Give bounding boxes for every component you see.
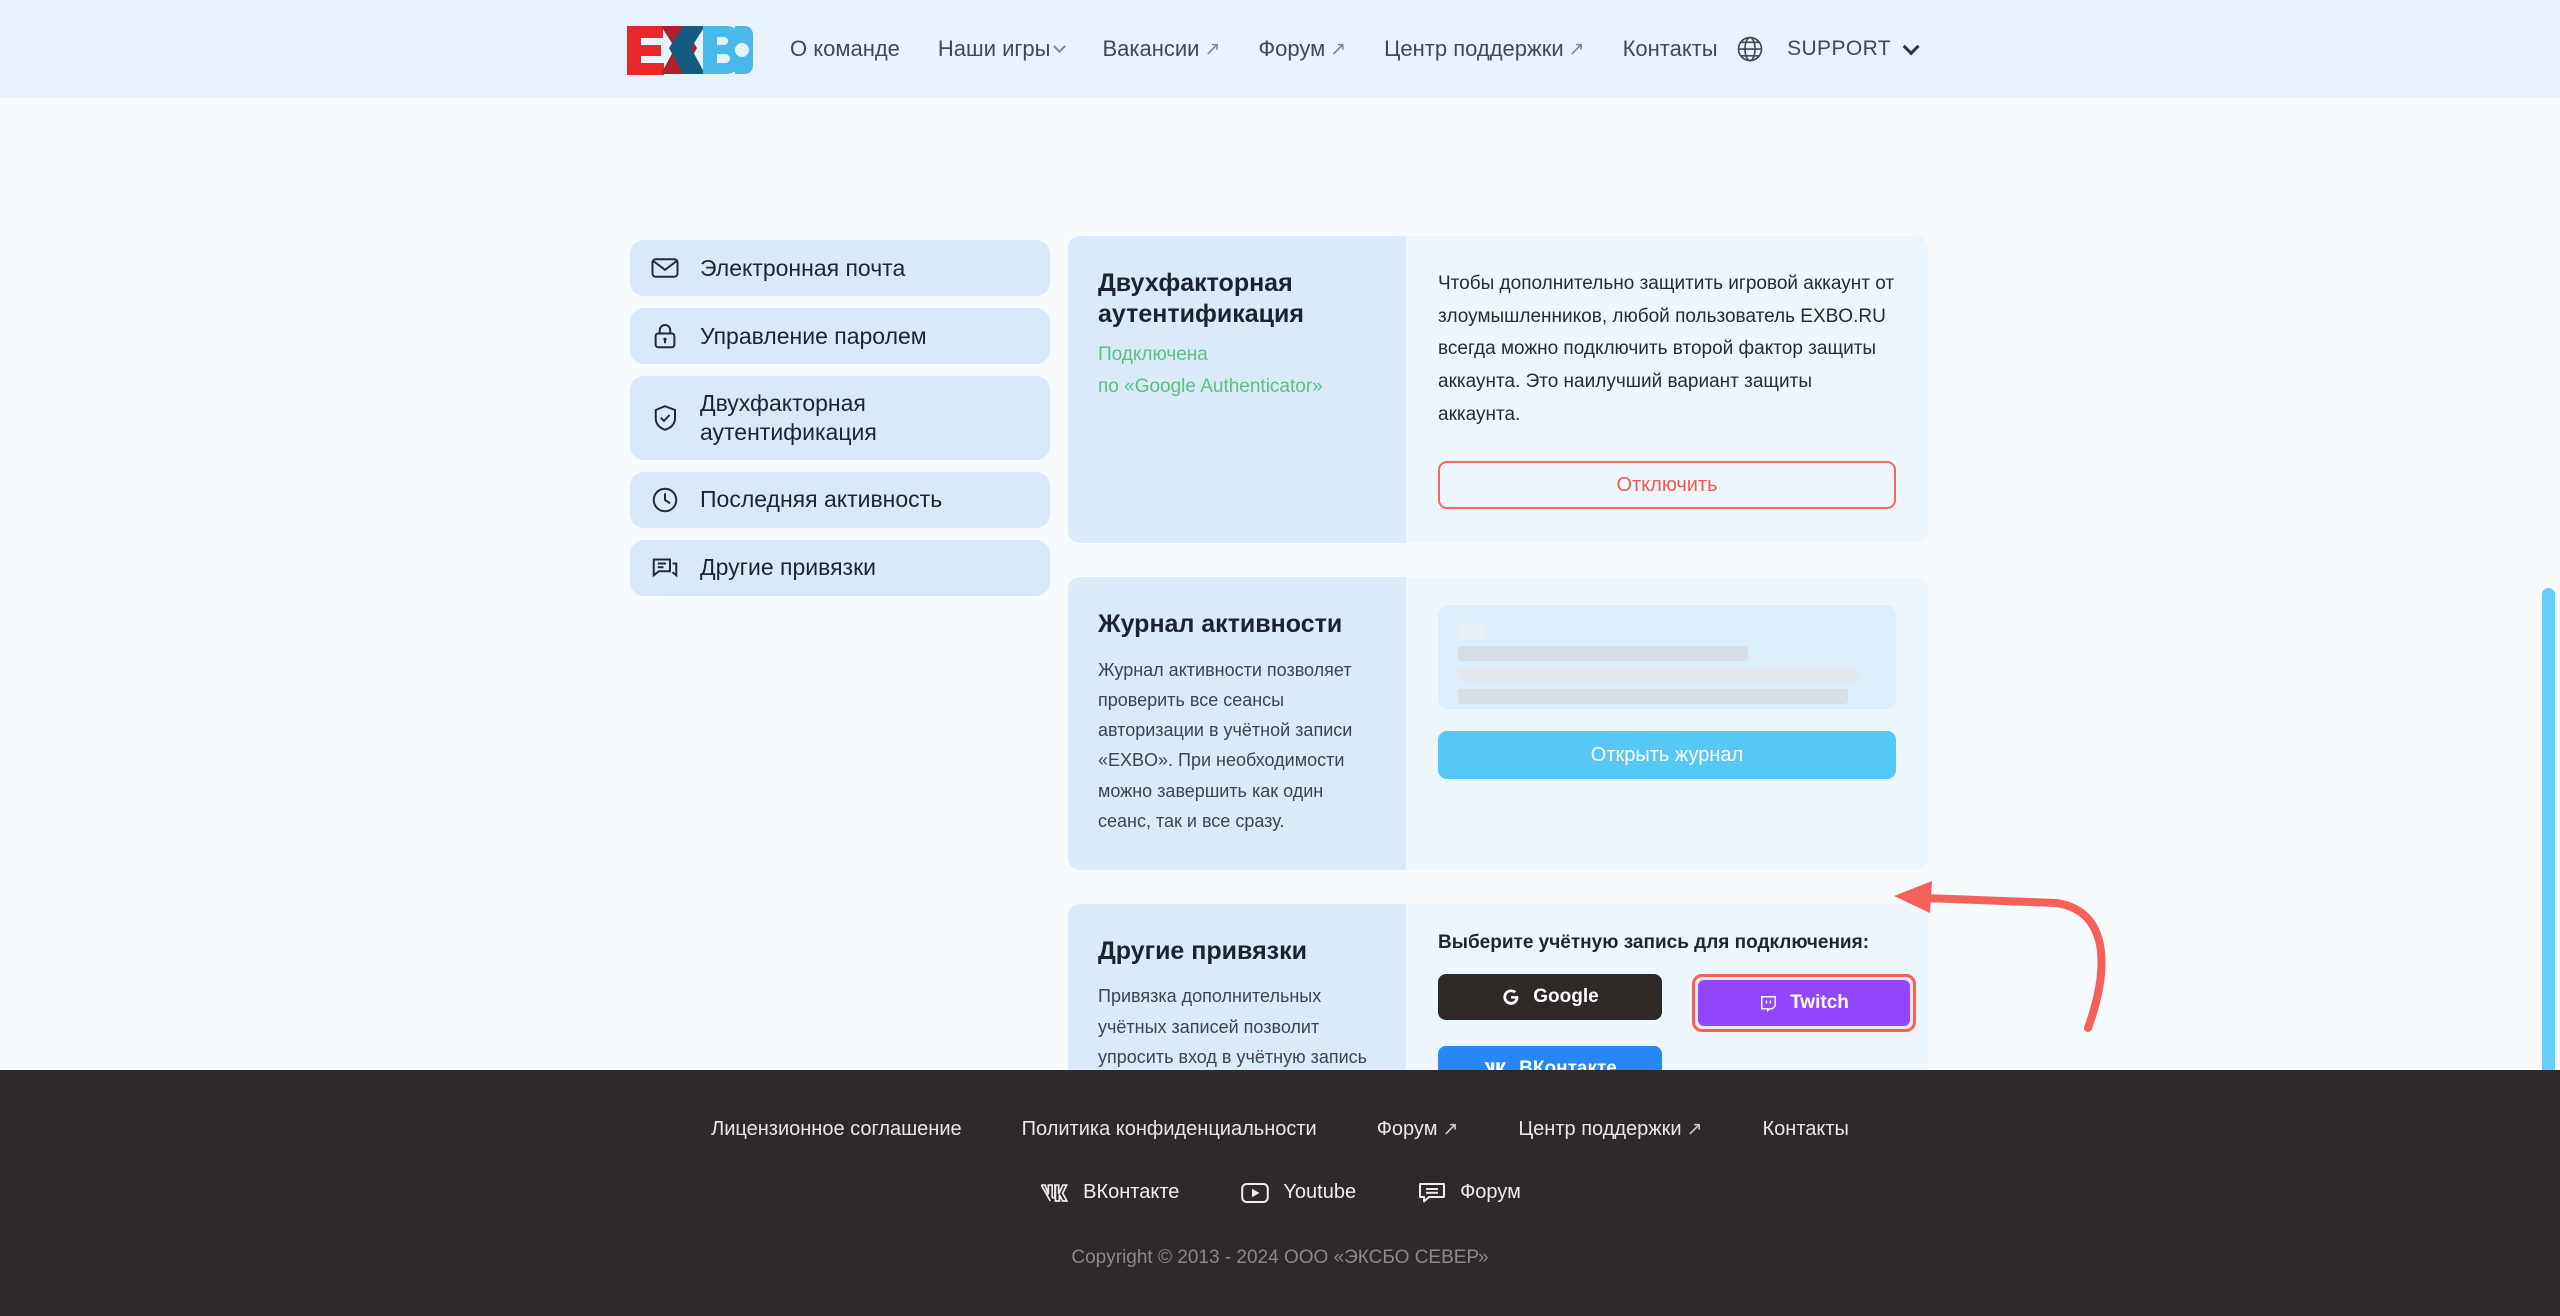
open-activity-log-button[interactable]: Открыть журнал (1438, 731, 1896, 780)
provider-label: Google (1533, 986, 1599, 1008)
nav-item-games[interactable]: Наши игры (937, 36, 1067, 62)
twitch-icon (1761, 995, 1777, 1012)
card-description: Журнал активности позволяет проверить вс… (1098, 659, 1353, 831)
page-root: О команде Наши игры Вакансии ↗ Форум ↗ Ц… (0, 0, 2560, 1316)
sidebar-item-last-activity[interactable]: Последняя активность (630, 471, 1050, 528)
main-content: Электронная почта Управление паролем Дву… (0, 98, 2560, 1288)
clock-icon (652, 487, 678, 512)
card-activity-log-left: Журнал активности Журнал активности позв… (1068, 577, 1406, 871)
footer-social-links: ВКонтакте Youtube Форум (0, 1181, 2560, 1204)
button-label: Открыть журнал (1590, 743, 1744, 766)
nav-label: О команде (790, 36, 900, 61)
exbo-logo[interactable] (625, 22, 753, 78)
card-title: Журнал активности (1098, 610, 1343, 639)
sidebar-item-two-factor[interactable]: Двухфакторная аутентификация (630, 376, 1050, 460)
chevron-down-icon (1053, 39, 1067, 53)
card-title: Другие привязки (1098, 937, 1307, 966)
external-link-icon: ↗ (1686, 1119, 1703, 1140)
footer-link-privacy[interactable]: Политика конфиденциальности (1022, 1118, 1317, 1141)
shield-check-icon (654, 404, 676, 431)
card-two-factor: Двухфакторная аутентификация Подключена … (1068, 236, 1928, 544)
header-right-group: SUPPORT (1735, 0, 1920, 98)
sidebar-item-label: Последняя активность (700, 486, 943, 513)
nav-label: Форум (1258, 36, 1326, 61)
footer-social-label: Форум (1460, 1181, 1521, 1203)
sidebar-item-label: Другие привязки (700, 554, 876, 581)
sidebar-item-label: Управление паролем (700, 322, 927, 349)
status-badge-line2: по «Google Authenticator» (1098, 375, 1323, 397)
disable-2fa-button[interactable]: Отключить (1438, 461, 1896, 510)
footer-link-label: Политика конфиденциальности (1021, 1118, 1317, 1140)
sidebar-item-other-links[interactable]: Другие привязки (630, 539, 1050, 596)
nav-item-about[interactable]: О команде (790, 36, 900, 62)
nav-label: Контакты (1622, 36, 1718, 61)
footer-social-forum[interactable]: Форум (1418, 1181, 1521, 1204)
exbo-logo-icon (627, 26, 753, 75)
card-two-factor-left: Двухфакторная аутентификация Подключена … (1068, 236, 1406, 544)
external-link-icon: ↗ (1568, 38, 1585, 60)
footer-link-contacts[interactable]: Контакты (1763, 1118, 1849, 1141)
footer-link-support-center[interactable]: Центр поддержки ↗ (1518, 1118, 1702, 1141)
provider-label: Twitch (1790, 992, 1849, 1014)
footer-social-label: ВКонтакте (1083, 1181, 1180, 1203)
nav-item-contacts[interactable]: Контакты (1623, 36, 1718, 62)
nav-label: Наши игры (937, 36, 1051, 61)
external-link-icon: ↗ (1442, 1119, 1459, 1140)
envelope-icon (651, 258, 679, 278)
external-link-icon: ↗ (1204, 38, 1221, 60)
redacted-session-preview (1438, 605, 1896, 710)
chevron-down-icon (1902, 38, 1920, 56)
site-header: О команде Наши игры Вакансии ↗ Форум ↗ Ц… (0, 0, 2560, 98)
google-icon (1503, 989, 1519, 1005)
sidebar-item-label: Электронная почта (700, 254, 906, 281)
lock-icon (654, 324, 676, 349)
card-two-factor-right: Чтобы дополнительно защитить игровой акк… (1406, 236, 1928, 544)
button-label: Отключить (1616, 473, 1718, 496)
vk-icon (1040, 1183, 1069, 1202)
footer-links: Лицензионное соглашение Политика конфиде… (0, 1070, 2560, 1141)
youtube-icon (1241, 1182, 1270, 1203)
nav-label: Вакансии (1102, 36, 1200, 61)
nav-item-forum[interactable]: Форум ↗ (1258, 36, 1346, 62)
support-label: SUPPORT (1787, 37, 1891, 60)
card-activity-log-right: Открыть журнал (1406, 577, 1928, 871)
status-badge-line1: Подключена (1098, 343, 1208, 365)
copyright-text: Copyright © 2013 - 2024 ООО «ЭКСБО СЕВЕР… (1071, 1247, 1489, 1268)
chat-icon (652, 558, 678, 577)
card-title: Двухфакторная аутентификация (1098, 269, 1304, 329)
main-nav: О команде Наши игры Вакансии ↗ Форум ↗ Ц… (790, 0, 1718, 98)
card-body-text: Чтобы дополнительно защитить игровой акк… (1438, 273, 1895, 425)
connect-google-button[interactable]: Google (1438, 974, 1662, 1021)
footer-link-label: Лицензионное соглашение (711, 1118, 962, 1140)
footer-link-label: Форум (1376, 1118, 1438, 1140)
footer-social-vk[interactable]: ВКонтакте (1039, 1181, 1179, 1204)
footer-link-label: Контакты (1762, 1118, 1849, 1140)
footer-social-youtube[interactable]: Youtube (1241, 1181, 1356, 1204)
footer-link-license[interactable]: Лицензионное соглашение (711, 1118, 962, 1141)
nav-label: Центр поддержки (1384, 36, 1564, 61)
site-footer: Лицензионное соглашение Политика конфиде… (0, 1070, 2560, 1316)
settings-sidebar: Электронная почта Управление паролем Дву… (630, 240, 1050, 596)
nav-item-vacancies[interactable]: Вакансии ↗ (1102, 36, 1220, 62)
sidebar-item-label: Двухфакторная аутентификация (700, 390, 877, 445)
choose-account-label: Выберите учётную запись для подключения: (1438, 932, 1870, 954)
footer-link-label: Центр поддержки (1518, 1118, 1682, 1140)
globe-icon[interactable] (1735, 34, 1765, 64)
external-link-icon: ↗ (1330, 38, 1347, 60)
forum-icon (1419, 1182, 1446, 1202)
nav-item-support-center[interactable]: Центр поддержки ↗ (1384, 36, 1584, 62)
connect-twitch-button[interactable]: Twitch (1698, 980, 1910, 1027)
support-menu[interactable]: SUPPORT (1787, 37, 1920, 61)
footer-link-forum[interactable]: Форум ↗ (1377, 1118, 1459, 1141)
card-activity-log: Журнал активности Журнал активности позв… (1068, 577, 1928, 871)
sidebar-item-email[interactable]: Электронная почта (630, 240, 1050, 296)
footer-social-label: Youtube (1283, 1181, 1357, 1203)
connect-twitch-button-highlight: Twitch (1692, 974, 1916, 1033)
sidebar-item-password[interactable]: Управление паролем (630, 308, 1050, 364)
